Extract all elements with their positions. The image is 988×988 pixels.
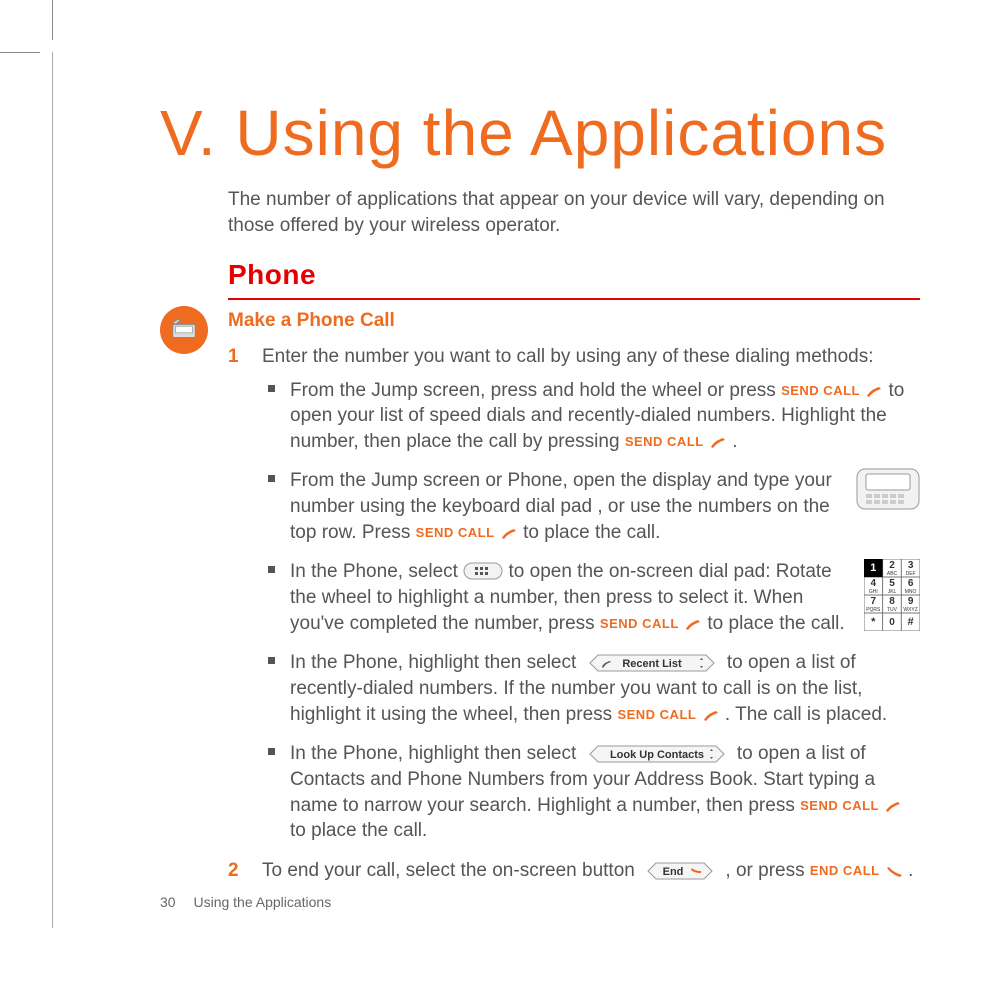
svg-text:1: 1 — [870, 562, 876, 574]
left-margin-rule — [52, 52, 53, 928]
svg-text:9: 9 — [908, 596, 914, 607]
dial-pad-icon: 1 2ABC 3DEF 4GHI 5JKL 6MNO 7PQRS 8TUV 9W… — [864, 559, 920, 639]
b3-text-3: to place the call. — [707, 613, 844, 634]
look-up-contacts-button-icon: Look Up Contacts — [582, 744, 732, 764]
svg-text:TUV: TUV — [887, 607, 898, 613]
step2-text-1: To end your call, select the on-screen b… — [262, 860, 640, 881]
svg-text:6: 6 — [908, 578, 914, 589]
bullet-4: In the Phone, highlight then select Rece… — [262, 650, 920, 727]
svg-text:MNO: MNO — [905, 589, 917, 595]
phone-app-icon — [160, 306, 208, 354]
send-call-icon — [865, 385, 883, 399]
b5-text-3: to place the call. — [290, 820, 427, 841]
svg-text:0: 0 — [889, 617, 895, 628]
send-call-icon — [709, 436, 727, 450]
svg-text:DEF: DEF — [906, 571, 916, 577]
section-heading: Phone — [228, 256, 920, 294]
section-rule — [228, 298, 920, 300]
step-1: Enter the number you want to call by usi… — [228, 344, 920, 844]
svg-text:*: * — [871, 616, 876, 628]
footer-title: Using the Applications — [193, 894, 331, 910]
send-call-label: SEND CALL — [416, 525, 495, 540]
svg-text:7: 7 — [871, 596, 877, 607]
b5-text-1: In the Phone, highlight then select — [290, 743, 582, 764]
svg-text:WXYZ: WXYZ — [903, 607, 917, 613]
bullet-2: From the Jump screen or Phone, open the … — [262, 468, 920, 545]
send-call-icon — [702, 709, 720, 723]
recent-list-button-icon: Recent List — [582, 653, 722, 673]
b1-text-3: . — [732, 431, 737, 452]
b4-text-3: . The call is placed. — [725, 704, 887, 725]
bullet-1: From the Jump screen, press and hold the… — [262, 378, 920, 455]
subheading: Make a Phone Call — [228, 308, 920, 334]
step2-text-2: , or press — [725, 860, 809, 881]
send-call-label: SEND CALL — [625, 434, 704, 449]
svg-text:ABC: ABC — [887, 571, 898, 577]
svg-text:PQRS: PQRS — [866, 607, 881, 613]
send-call-label: SEND CALL — [617, 707, 696, 722]
crop-mark-vertical — [52, 0, 53, 40]
end-call-icon — [885, 865, 903, 879]
send-call-label: SEND CALL — [600, 616, 679, 631]
svg-text:Look Up Contacts: Look Up Contacts — [609, 749, 703, 761]
svg-text:2: 2 — [889, 560, 895, 571]
intro-paragraph: The number of applications that appear o… — [228, 187, 920, 238]
page-footer: 30 Using the Applications — [160, 894, 331, 910]
page-number: 30 — [160, 894, 176, 910]
bullet-3: 1 2ABC 3DEF 4GHI 5JKL 6MNO 7PQRS 8TUV 9W… — [262, 559, 920, 636]
bullet-5: In the Phone, highlight then select Look… — [262, 741, 920, 844]
step2-text-3: . — [908, 860, 913, 881]
b4-text-1: In the Phone, highlight then select — [290, 652, 582, 673]
svg-text:8: 8 — [889, 596, 895, 607]
svg-text:#: # — [908, 616, 914, 628]
end-button-icon: End — [640, 861, 720, 881]
crop-mark-horizontal — [0, 52, 40, 53]
send-call-icon — [500, 527, 518, 541]
svg-text:4: 4 — [871, 578, 877, 589]
svg-text:5: 5 — [889, 578, 895, 589]
send-call-icon — [684, 618, 702, 632]
send-call-label: SEND CALL — [781, 383, 860, 398]
b1-text-1: From the Jump screen, press and hold the… — [290, 380, 781, 401]
svg-text:End: End — [663, 866, 684, 878]
step-2: To end your call, select the on-screen b… — [228, 858, 920, 884]
device-keyboard-icon — [856, 468, 920, 518]
b2-text-3: to place the call. — [523, 522, 660, 543]
b3-text-1: In the Phone, select — [290, 561, 463, 582]
svg-text:GHI: GHI — [869, 589, 878, 595]
chapter-title: V. Using the Applications — [160, 100, 920, 167]
pill-dialpad-icon — [463, 562, 503, 580]
svg-text:Recent List: Recent List — [622, 658, 682, 670]
end-call-label: END CALL — [810, 863, 880, 878]
send-call-icon — [884, 800, 902, 814]
svg-text:3: 3 — [908, 560, 914, 571]
svg-text:JKL: JKL — [888, 589, 897, 595]
send-call-label: SEND CALL — [800, 798, 879, 813]
step-1-intro: Enter the number you want to call by usi… — [262, 346, 874, 367]
